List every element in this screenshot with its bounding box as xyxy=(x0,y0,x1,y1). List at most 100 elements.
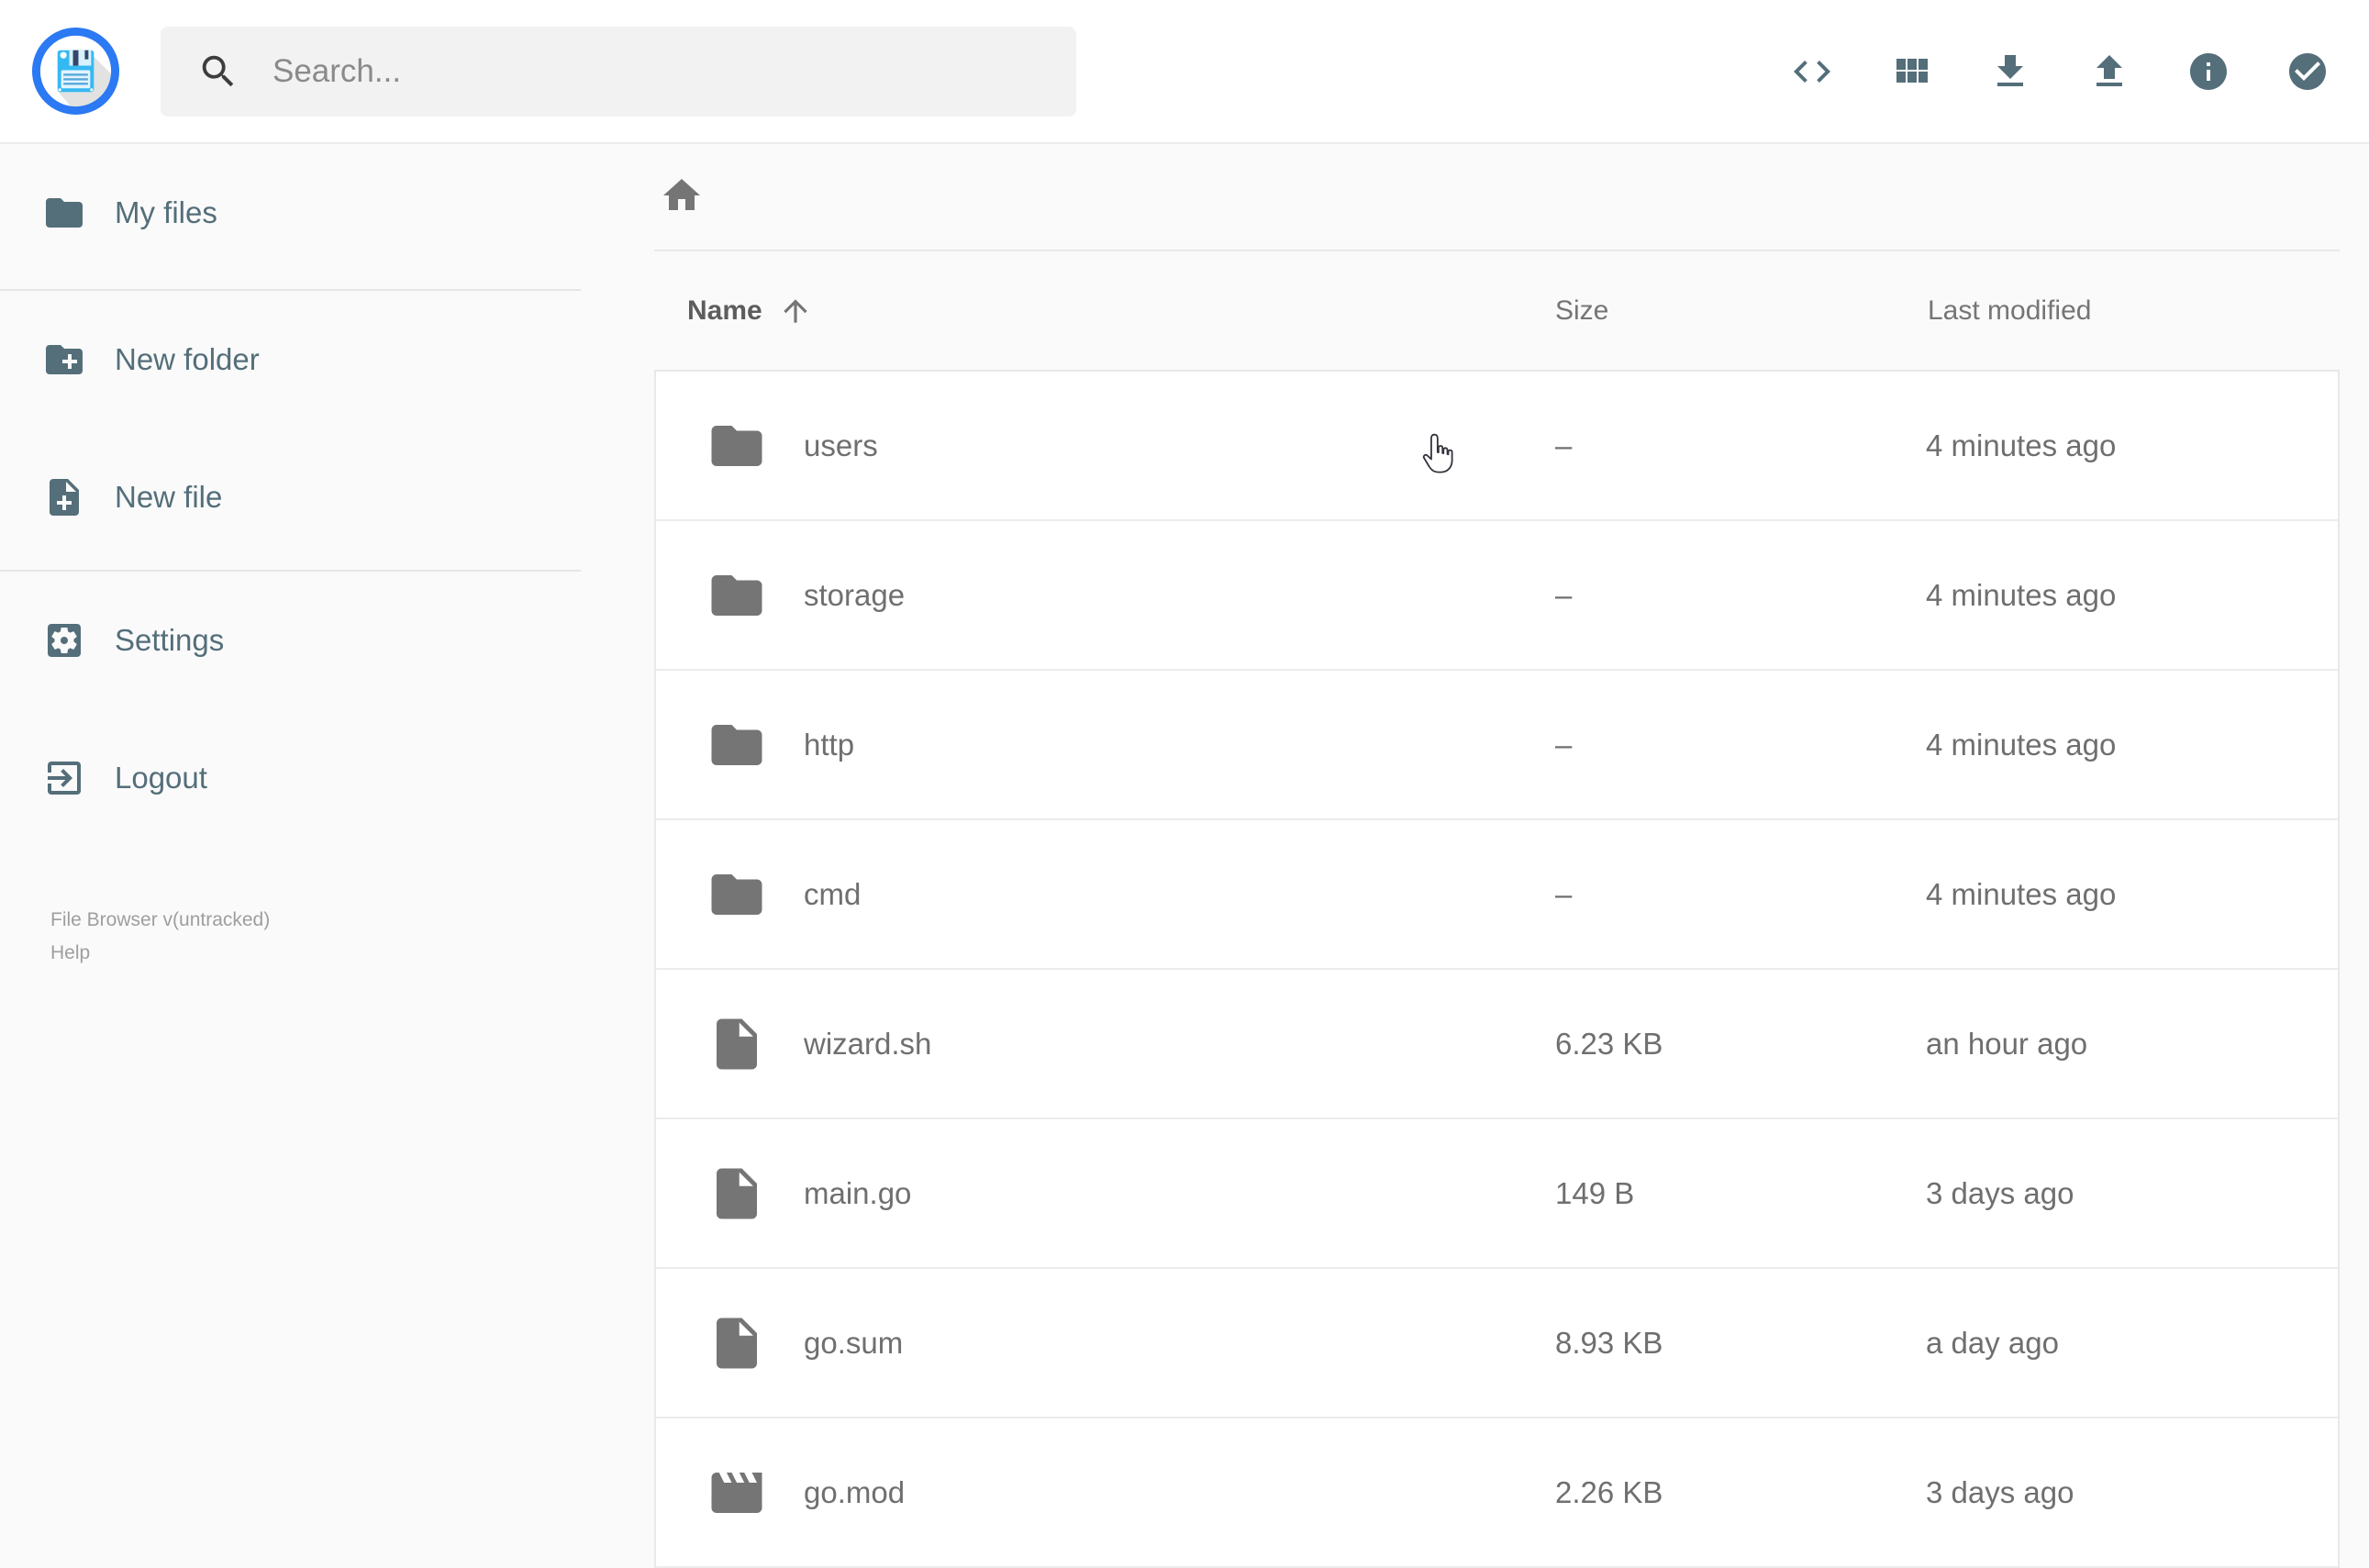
cell-size: – xyxy=(1555,727,1573,762)
home-icon xyxy=(663,179,700,210)
select-multiple-button[interactable] xyxy=(2285,49,2330,94)
cell-size: 8.93 KB xyxy=(1555,1325,1663,1360)
listing-row-go.mod[interactable]: go.mod 2.26 KB 3 days ago xyxy=(656,1418,2338,1568)
content-area: My files New folder New file Settings Logout… xyxy=(0,144,2369,1568)
item-name: main.go xyxy=(804,1175,912,1210)
listing-row-go.sum[interactable]: go.sum 8.93 KB a day ago xyxy=(656,1269,2338,1418)
cell-name: storage xyxy=(656,565,1555,626)
cell-name: main.go xyxy=(656,1163,1555,1224)
floppy-disk-icon xyxy=(31,27,120,116)
upload-icon xyxy=(2096,54,2122,86)
version-text: File Browser v(untracked) xyxy=(50,909,271,930)
column-header-size[interactable]: Size xyxy=(1555,295,1928,327)
sidebar-item-label: New folder xyxy=(115,342,260,376)
cell-modified: 4 minutes ago xyxy=(1926,876,2117,911)
file-icon xyxy=(717,1168,757,1218)
shell-button[interactable] xyxy=(1789,49,1834,94)
code-icon xyxy=(1793,60,1830,83)
cell-modified: 4 minutes ago xyxy=(1926,428,2117,462)
folder-icon xyxy=(711,574,762,616)
sidebar-item-logout[interactable]: Logout xyxy=(0,709,581,847)
listing-row-cmd[interactable]: cmd – 4 minutes ago xyxy=(656,820,2338,970)
grid-view-icon xyxy=(1896,58,1928,83)
column-header-modified[interactable]: Last modified xyxy=(1928,295,2340,327)
folder-icon xyxy=(711,425,762,466)
item-name: wizard.sh xyxy=(804,1026,932,1061)
listing-header: Name Size Last modified xyxy=(654,251,2340,370)
item-name: go.mod xyxy=(804,1474,906,1509)
listing-row-users[interactable]: users – 4 minutes ago xyxy=(656,372,2338,521)
sidebar-item-my-files[interactable]: My files xyxy=(0,144,581,282)
movie-icon xyxy=(711,1472,762,1513)
switch-view-button[interactable] xyxy=(1888,49,1933,94)
folder-icon xyxy=(711,724,762,765)
cell-size: 149 B xyxy=(1555,1175,1635,1210)
search-input[interactable] xyxy=(272,52,1049,90)
new-file-icon xyxy=(50,479,79,516)
search-icon xyxy=(197,50,239,93)
logout-icon xyxy=(48,762,81,795)
item-name: go.sum xyxy=(804,1325,904,1360)
listing-row-http[interactable]: http – 4 minutes ago xyxy=(656,671,2338,820)
cell-size: – xyxy=(1555,876,1573,911)
folder-icon xyxy=(711,873,762,915)
download-icon xyxy=(1996,54,2023,86)
app-logo-button[interactable] xyxy=(30,26,121,117)
listing-row-storage[interactable]: storage – 4 minutes ago xyxy=(656,521,2338,671)
sidebar-menu: My files New folder New file Settings Logout xyxy=(0,144,581,847)
main-content: Name Size Last modified users – 4 minutes … xyxy=(581,144,2369,1568)
cell-modified: an hour ago xyxy=(1926,1026,2088,1061)
cell-size: 6.23 KB xyxy=(1555,1026,1663,1061)
header-actions xyxy=(1789,49,2330,94)
new-folder-icon xyxy=(46,345,83,374)
search-icon xyxy=(202,55,234,86)
sidebar-item-label: Logout xyxy=(115,761,207,795)
sidebar-item-label: New file xyxy=(115,480,223,514)
column-header-name[interactable]: Name xyxy=(654,294,1555,328)
item-name: users xyxy=(804,428,878,462)
sidebar-item-label: Settings xyxy=(115,623,225,657)
cell-name: wizard.sh xyxy=(656,1014,1555,1074)
column-name-label: Name xyxy=(687,295,762,326)
cell-name: go.mod xyxy=(656,1462,1555,1523)
search-bar[interactable] xyxy=(161,26,1076,117)
check-circle-icon xyxy=(2288,52,2326,90)
settings-icon xyxy=(48,624,81,657)
cell-name: go.sum xyxy=(656,1313,1555,1373)
cell-modified: 4 minutes ago xyxy=(1926,727,2117,762)
info-icon xyxy=(2189,52,2227,90)
cell-modified: 3 days ago xyxy=(1926,1474,2074,1509)
breadcrumb xyxy=(660,173,2340,217)
folder-icon xyxy=(46,198,83,228)
cell-size: 2.26 KB xyxy=(1555,1474,1663,1509)
sidebar-item-new-folder[interactable]: New folder xyxy=(0,291,581,428)
cell-modified: 4 minutes ago xyxy=(1926,577,2117,612)
sidebar-item-label: My files xyxy=(115,195,217,229)
listing-row-wizard.sh[interactable]: wizard.sh 6.23 KB an hour ago xyxy=(656,970,2338,1119)
cell-modified: 3 days ago xyxy=(1926,1175,2074,1210)
sidebar: My files New folder New file Settings Logout… xyxy=(0,144,581,1523)
item-name: cmd xyxy=(804,876,862,911)
cell-size: – xyxy=(1555,577,1573,612)
sidebar-item-new-file[interactable]: New file xyxy=(0,428,581,566)
sidebar-item-settings[interactable]: Settings xyxy=(0,572,581,709)
cell-size: – xyxy=(1555,428,1573,462)
help-link[interactable]: Help xyxy=(50,937,90,970)
item-name: storage xyxy=(804,577,906,612)
sort-ascending-icon xyxy=(778,294,813,328)
file-icon xyxy=(717,1318,757,1368)
download-button[interactable] xyxy=(1987,49,2032,94)
arrow-up-icon xyxy=(784,298,807,323)
cell-name: users xyxy=(656,416,1555,476)
file-icon xyxy=(717,1018,757,1069)
upload-button[interactable] xyxy=(2086,49,2131,94)
info-button[interactable] xyxy=(2185,49,2230,94)
cell-name: cmd xyxy=(656,864,1555,925)
top-bar xyxy=(0,0,2369,144)
item-name: http xyxy=(804,727,855,762)
cell-modified: a day ago xyxy=(1926,1325,2059,1360)
home-breadcrumb-button[interactable] xyxy=(660,173,704,217)
listing-row-main.go[interactable]: main.go 149 B 3 days ago xyxy=(656,1119,2338,1269)
file-listing: users – 4 minutes ago storage – 4 minutes ago… xyxy=(654,370,2340,1568)
cell-name: http xyxy=(656,715,1555,775)
